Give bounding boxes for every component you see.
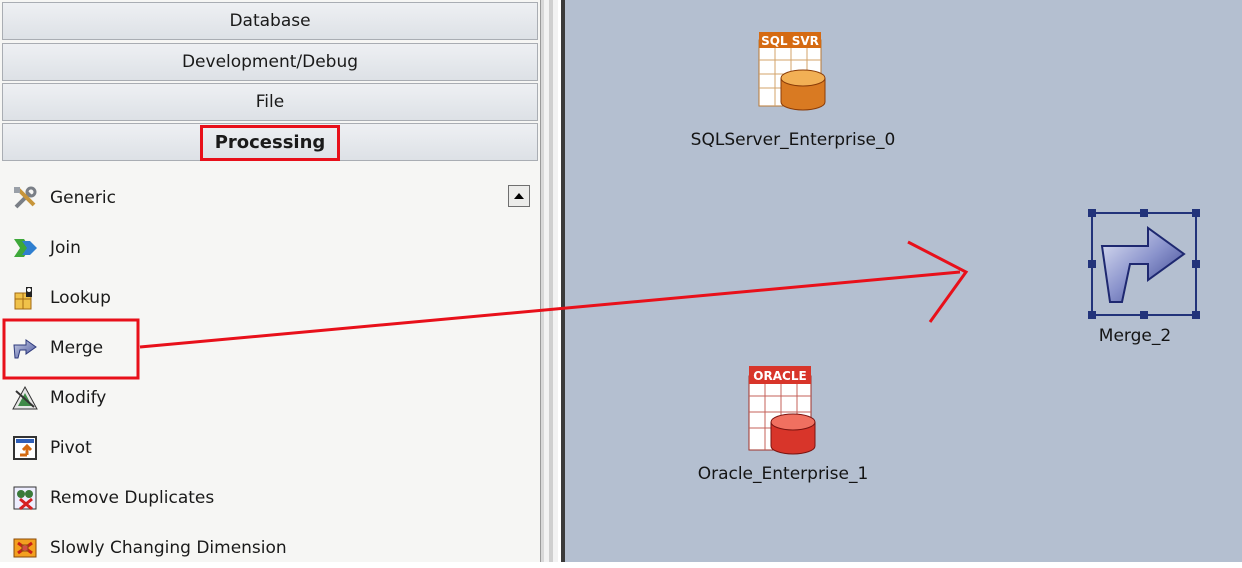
- join-arrows-icon: [12, 235, 38, 261]
- triangle-up-icon: [514, 193, 524, 199]
- palette-item-label: Merge: [50, 338, 104, 358]
- resize-handle[interactable]: [1192, 260, 1200, 268]
- palette-item-remove-duplicates[interactable]: Remove Duplicates: [12, 478, 492, 518]
- palette-item-label: Join: [50, 238, 81, 258]
- database-table-icon: ORACLE: [748, 366, 816, 455]
- palette-item-label: Generic: [50, 188, 116, 208]
- database-table-icon: SQL SVR: [758, 32, 826, 111]
- palette-item-merge[interactable]: Merge: [12, 328, 492, 368]
- palette-item-lookup[interactable]: Lookup: [12, 278, 492, 318]
- palette-item-slowly-changing-dimension[interactable]: Slowly Changing Dimension: [12, 528, 492, 568]
- slowly-changing-dimension-icon: [12, 535, 38, 561]
- category-file[interactable]: File: [2, 83, 538, 121]
- stage-merge: Merge_2: [1080, 326, 1190, 346]
- palette-item-modify[interactable]: Modify: [12, 378, 492, 418]
- category-label: Processing: [199, 125, 341, 161]
- stage-palette: Database Development/Debug File Processi…: [0, 0, 541, 562]
- merge-arrow-icon: [1100, 226, 1186, 303]
- stage-oracle-enterprise[interactable]: ORACLE Oracle_Enterprise_1: [658, 360, 908, 484]
- palette-item-label: Modify: [50, 388, 107, 408]
- lookup-icon: [12, 285, 38, 311]
- resize-handle[interactable]: [1088, 260, 1096, 268]
- resize-handle[interactable]: [1192, 311, 1200, 319]
- stage-name: Oracle_Enterprise_1: [697, 464, 869, 484]
- merge-arrow-icon: [12, 335, 38, 361]
- resize-handle[interactable]: [1140, 311, 1148, 319]
- pivot-icon: [12, 435, 38, 461]
- palette-item-generic[interactable]: Generic: [12, 178, 492, 218]
- category-label: Development/Debug: [181, 52, 359, 72]
- stage-name: Merge_2: [1098, 326, 1172, 346]
- category-processing[interactable]: Processing: [2, 123, 538, 161]
- category-development-debug[interactable]: Development/Debug: [2, 43, 538, 81]
- palette-item-join[interactable]: Join: [12, 228, 492, 268]
- splitter[interactable]: [541, 0, 565, 562]
- stage-badge: SQL SVR: [761, 34, 819, 48]
- stage-name: SQLServer_Enterprise_0: [690, 130, 896, 150]
- resize-handle[interactable]: [1088, 311, 1096, 319]
- category-label: File: [255, 92, 285, 112]
- stage-merge-selection[interactable]: [1088, 209, 1200, 319]
- resize-handle[interactable]: [1088, 209, 1096, 217]
- category-label: Database: [229, 11, 311, 31]
- palette-item-label: Slowly Changing Dimension: [50, 538, 287, 558]
- category-database[interactable]: Database: [2, 2, 538, 40]
- resize-handle[interactable]: [1192, 209, 1200, 217]
- palette-item-label: Pivot: [50, 438, 92, 458]
- palette-item-label: Remove Duplicates: [50, 488, 215, 508]
- stage-badge: ORACLE: [753, 369, 806, 383]
- palette-item-pivot[interactable]: Pivot: [12, 428, 492, 468]
- stage-sqlserver-enterprise[interactable]: SQL SVR SQLServer_Enterprise_0: [668, 24, 918, 150]
- modify-icon: [12, 385, 38, 411]
- tools-icon: [12, 185, 38, 211]
- palette-item-label: Lookup: [50, 288, 111, 308]
- scroll-up-button[interactable]: [508, 185, 530, 207]
- remove-duplicates-icon: [12, 485, 38, 511]
